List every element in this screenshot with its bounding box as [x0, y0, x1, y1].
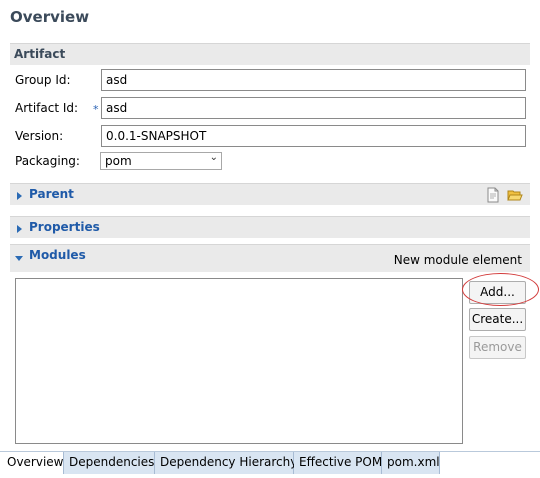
tab-pom-xml[interactable]: pom.xml [382, 452, 440, 474]
packaging-label: Packaging: [15, 154, 80, 168]
new-file-icon[interactable] [485, 187, 501, 203]
artifact-id-label: Artifact Id: [15, 101, 79, 115]
create-button[interactable]: Create... [469, 308, 526, 331]
modules-section-header[interactable]: Modules New module element [10, 244, 530, 272]
tab-dependency-hierarchy[interactable]: Dependency Hierarchy [155, 452, 297, 474]
artifact-section-title: Artifact [14, 47, 66, 61]
modules-hint: New module element [393, 253, 522, 267]
properties-section-header[interactable]: Properties [10, 216, 530, 238]
tab-dependencies[interactable]: Dependencies [64, 452, 155, 474]
packaging-value: pom [105, 154, 132, 168]
artifact-section-header: Artifact [10, 43, 530, 65]
expand-arrow-icon[interactable] [17, 225, 22, 233]
page-title: Overview [10, 8, 90, 26]
modules-list[interactable] [15, 278, 463, 444]
artifact-id-field[interactable]: asd [101, 97, 526, 119]
parent-section-header[interactable]: Parent [10, 183, 530, 205]
group-id-label: Group Id: [15, 73, 71, 87]
tab-effective-pom[interactable]: Effective POM [294, 452, 382, 474]
version-field[interactable]: 0.0.1-SNAPSHOT [101, 125, 526, 147]
properties-section-title: Properties [29, 220, 100, 234]
packaging-select[interactable]: pom ⌄ [100, 152, 222, 170]
required-indicator: * [93, 103, 99, 116]
open-folder-icon[interactable] [507, 187, 523, 203]
remove-button[interactable]: Remove [469, 336, 526, 359]
group-id-field[interactable]: asd [101, 69, 526, 91]
collapse-arrow-icon[interactable] [15, 256, 23, 261]
modules-section-title: Modules [29, 248, 86, 262]
parent-section-title: Parent [29, 187, 74, 201]
highlight-circle [462, 273, 539, 306]
tab-overview[interactable]: Overview [2, 452, 64, 474]
expand-arrow-icon[interactable] [17, 192, 22, 200]
version-label: Version: [15, 129, 64, 143]
editor-tab-bar: Overview Dependencies Dependency Hierarc… [0, 451, 540, 474]
chevron-down-icon: ⌄ [209, 152, 218, 163]
